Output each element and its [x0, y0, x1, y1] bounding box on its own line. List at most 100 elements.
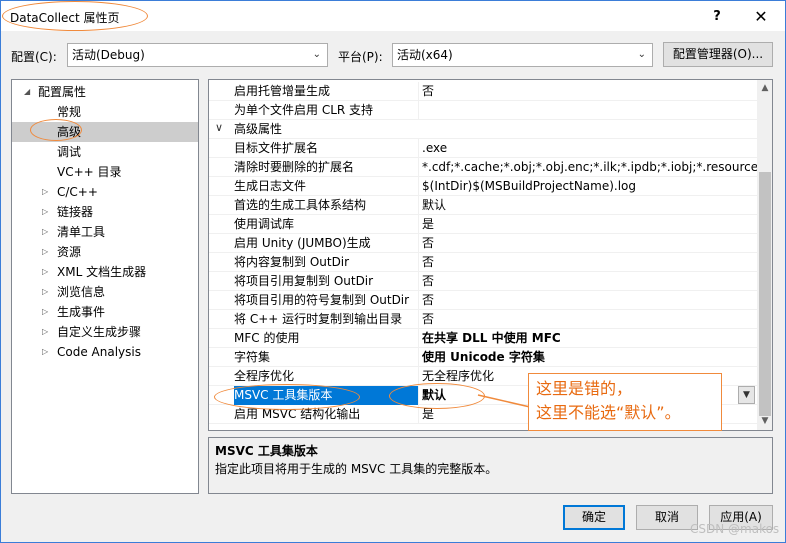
tree-item-label: Code Analysis	[57, 345, 141, 359]
column-divider	[418, 234, 419, 253]
property-row[interactable]: 为单个文件启用 CLR 支持	[209, 101, 757, 120]
property-row[interactable]: 将 C++ 运行时复制到输出目录 否	[209, 310, 757, 329]
chevron-down-icon: ⌄	[637, 49, 646, 60]
scroll-up-icon[interactable]: ▲	[757, 80, 772, 97]
property-row[interactable]: 启用 Unity (JUMBO)生成 否	[209, 234, 757, 253]
annotation-line-1: 这里是错的，	[536, 379, 633, 398]
property-value[interactable]: .exe	[421, 139, 757, 158]
collapsed-triangle-icon[interactable]: ▷	[42, 242, 48, 262]
property-tree: ◢ 配置属性 常规 高级 调试 VC++ 目录 ▷ C/C++ ▷ 链接器 ▷ 清单工具 ▷ 资源 ▷ X…	[11, 79, 199, 494]
property-row[interactable]: 将项目引用的符号复制到 OutDir 否	[209, 291, 757, 310]
tree-item[interactable]: ▷ 清单工具	[12, 222, 198, 242]
collapsed-triangle-icon[interactable]: ▷	[42, 202, 48, 222]
tree-item[interactable]: ▷ Code Analysis	[12, 342, 198, 362]
collapsed-triangle-icon[interactable]: ▷	[42, 282, 48, 302]
chevron-down-icon: ⌄	[312, 49, 321, 60]
property-row[interactable]: 首选的生成工具体系结构 默认	[209, 196, 757, 215]
property-row[interactable]: 生成日志文件 $(IntDir)$(MSBuildProjectName).log	[209, 177, 757, 196]
collapsed-triangle-icon[interactable]: ▷	[42, 262, 48, 282]
collapsed-triangle-icon[interactable]: ▷	[42, 222, 48, 242]
property-row[interactable]: 启用托管增量生成 否	[209, 82, 757, 101]
expanded-triangle-icon: ◢	[24, 87, 31, 96]
tree-item[interactable]: ▷ 链接器	[12, 202, 198, 222]
property-value[interactable]: $(IntDir)$(MSBuildProjectName).log	[421, 177, 757, 196]
column-divider	[418, 101, 419, 120]
scroll-down-icon[interactable]: ▼	[757, 413, 772, 430]
tree-item[interactable]: ▷ XML 文档生成器	[12, 262, 198, 282]
column-divider	[418, 329, 419, 348]
tree-item[interactable]: VC++ 目录	[12, 162, 198, 182]
scroll-thumb[interactable]	[759, 172, 771, 416]
property-row[interactable]: MFC 的使用 在共享 DLL 中使用 MFC	[209, 329, 757, 348]
column-divider	[418, 196, 419, 215]
tree-item[interactable]: ▷ 资源	[12, 242, 198, 262]
property-row[interactable]: 将内容复制到 OutDir 否	[209, 253, 757, 272]
annotation-callout: 这里是错的， 这里不能选“默认”。	[528, 373, 722, 431]
property-value[interactable]: 否	[421, 234, 757, 253]
collapsed-triangle-icon[interactable]: ▷	[42, 342, 48, 362]
tree-item[interactable]: 调试	[12, 142, 198, 162]
property-name: 将项目引用复制到 OutDir	[234, 274, 374, 288]
platform-combo-value: 活动(x64)	[397, 48, 453, 62]
tree-item[interactable]: 常规	[12, 102, 198, 122]
property-value[interactable]: *.cdf;*.cache;*.obj;*.obj.enc;*.ilk;*.ip…	[421, 158, 757, 177]
property-value[interactable]: 使用 Unicode 字符集	[421, 348, 757, 367]
property-name: 启用 Unity (JUMBO)生成	[234, 236, 371, 250]
help-button[interactable]: ?	[697, 2, 737, 31]
value-dropdown-button[interactable]: ▼	[738, 386, 755, 404]
property-row[interactable]: 目标文件扩展名 .exe	[209, 139, 757, 158]
property-name: 启用托管增量生成	[234, 84, 331, 98]
property-value[interactable]: 否	[421, 310, 757, 329]
collapsed-triangle-icon[interactable]: ▷	[42, 302, 48, 322]
description-panel: MSVC 工具集版本 指定此项目将用于生成的 MSVC 工具集的完整版本。	[208, 437, 773, 494]
property-row[interactable]: 将项目引用复制到 OutDir 否	[209, 272, 757, 291]
tree-item[interactable]: ▷ 浏览信息	[12, 282, 198, 302]
column-divider	[418, 177, 419, 196]
column-divider	[418, 310, 419, 329]
collapsed-triangle-icon[interactable]: ▷	[42, 182, 48, 202]
chevron-down-icon[interactable]: ∨	[215, 121, 223, 134]
platform-combo[interactable]: 活动(x64) ⌄	[392, 43, 653, 67]
vertical-scrollbar[interactable]: ▲ ▼	[757, 80, 772, 430]
property-name: 字符集	[234, 350, 271, 364]
property-row[interactable]: 清除时要删除的扩展名 *.cdf;*.cache;*.obj;*.obj.enc;…	[209, 158, 757, 177]
property-row[interactable]: 字符集 使用 Unicode 字符集	[209, 348, 757, 367]
config-manager-button[interactable]: 配置管理器(O)...	[663, 42, 773, 67]
tree-item[interactable]: ▷ C/C++	[12, 182, 198, 202]
config-label: 配置(C):	[11, 50, 57, 64]
tree-item[interactable]: ▷ 生成事件	[12, 302, 198, 322]
property-name: 将 C++ 运行时复制到输出目录	[234, 312, 403, 326]
annotation-line-2: 这里不能选“默认”。	[536, 403, 681, 422]
property-name: 首选的生成工具体系结构	[234, 198, 367, 212]
column-divider	[418, 82, 419, 101]
config-combo[interactable]: 活动(Debug) ⌄	[67, 43, 328, 67]
property-name: 目标文件扩展名	[234, 141, 319, 155]
property-value[interactable]: 否	[421, 272, 757, 291]
tree-item-label: 清单工具	[57, 225, 106, 239]
property-value[interactable]	[421, 101, 757, 120]
property-value[interactable]: 否	[421, 291, 757, 310]
property-value[interactable]: 否	[421, 253, 757, 272]
column-divider	[418, 139, 419, 158]
property-value[interactable]: 在共享 DLL 中使用 MFC	[421, 329, 757, 348]
property-name: 全程序优化	[234, 369, 295, 383]
property-name: 为单个文件启用 CLR 支持	[234, 103, 374, 117]
collapsed-triangle-icon[interactable]: ▷	[42, 322, 48, 342]
property-row[interactable]: 使用调试库 是	[209, 215, 757, 234]
tree-root[interactable]: ◢ 配置属性	[12, 82, 198, 102]
category-row[interactable]: ∨ 高级属性	[209, 120, 757, 139]
property-name: 生成日志文件	[234, 179, 307, 193]
column-divider	[418, 291, 419, 310]
property-value[interactable]: 否	[421, 82, 757, 101]
ok-button[interactable]: 确定	[563, 505, 625, 530]
property-value[interactable]: 是	[421, 215, 757, 234]
tree-item-label: XML 文档生成器	[57, 265, 147, 279]
property-value[interactable]: 默认	[421, 196, 757, 215]
close-button[interactable]: ✕	[741, 2, 781, 31]
column-divider	[418, 272, 419, 291]
property-name: 将内容复制到 OutDir	[234, 255, 350, 269]
tree-root-label: 配置属性	[38, 85, 87, 99]
tree-item[interactable]: ▷ 自定义生成步骤	[12, 322, 198, 342]
cancel-button[interactable]: 取消	[636, 505, 698, 530]
tree-item-label: 生成事件	[57, 305, 106, 319]
